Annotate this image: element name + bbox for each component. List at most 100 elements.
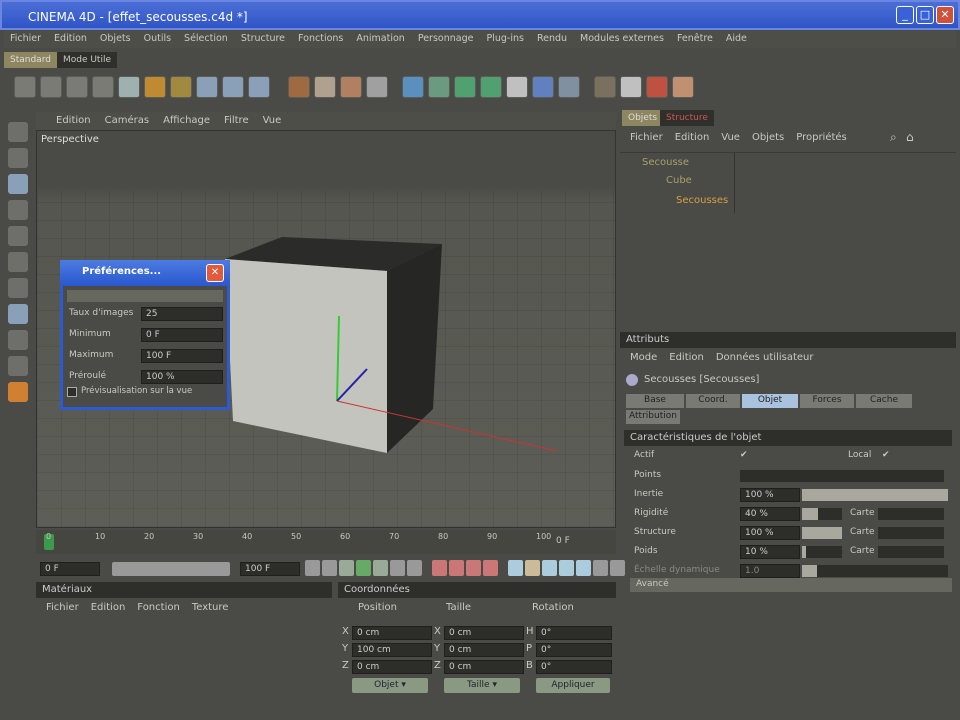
object-item-cube[interactable]: Cube (666, 175, 692, 186)
mode-tool-icon[interactable] (8, 304, 28, 324)
attr-value-field[interactable]: 100 % (740, 488, 800, 502)
mode-tool-icon[interactable] (8, 200, 28, 220)
toolbar-tool-icon[interactable] (40, 76, 62, 98)
toolbar-tool-icon[interactable] (288, 76, 310, 98)
toolbar-tool-icon[interactable] (248, 76, 270, 98)
tab-coord[interactable]: Coord. (686, 394, 740, 408)
toolbar-tool-icon[interactable] (506, 76, 528, 98)
minimize-button[interactable]: _ (896, 6, 914, 24)
attr-slider[interactable] (802, 489, 948, 501)
layout-tab-standard[interactable]: Standard (4, 52, 57, 68)
key-point-icon[interactable] (559, 560, 574, 576)
attr-menu-user-data[interactable]: Données utilisateur (716, 352, 814, 363)
next-frame-icon[interactable] (373, 560, 388, 576)
search-icon[interactable]: ⌕ (890, 130, 897, 145)
mode-tool-icon[interactable] (8, 278, 28, 298)
toolbar-tool-icon[interactable] (14, 76, 36, 98)
mat-menu-texture[interactable]: Texture (192, 602, 229, 613)
mode-tool-icon[interactable] (8, 174, 28, 194)
toolbar-tool-icon[interactable] (672, 76, 694, 98)
key-sel-icon[interactable] (576, 560, 591, 576)
actif-checkbox[interactable]: ✔ (740, 450, 748, 460)
menu-objets[interactable]: Objets (100, 33, 131, 44)
key-pla-icon[interactable] (542, 560, 557, 576)
menu-outils[interactable]: Outils (144, 33, 171, 44)
preferences-title-bar[interactable]: Préférences... (60, 260, 230, 286)
tab-objet[interactable]: Objet (742, 394, 798, 408)
viewport-menu-filtre[interactable]: Filtre (224, 115, 249, 126)
menu-structure[interactable]: Structure (241, 33, 285, 44)
menu-fichier[interactable]: Fichier (10, 33, 41, 44)
rotation-field[interactable]: 0° (536, 660, 612, 674)
mat-menu-fichier[interactable]: Fichier (46, 602, 79, 613)
viewport-menu-edition[interactable]: Edition (56, 115, 91, 126)
map-field[interactable] (878, 508, 944, 520)
local-checkbox[interactable]: ✔ (882, 450, 890, 460)
om-menu-edition[interactable]: Edition (675, 132, 710, 143)
attr-value-field[interactable]: 1.0 (740, 564, 800, 578)
om-menu-fichier[interactable]: Fichier (630, 132, 663, 143)
timeline-settings-icon[interactable] (593, 560, 608, 576)
attr-slider[interactable] (802, 546, 842, 558)
mode-tool-icon[interactable] (8, 226, 28, 246)
home-icon[interactable]: ⌂ (906, 130, 914, 144)
toolbar-tool-icon[interactable] (532, 76, 554, 98)
range-slider[interactable] (112, 562, 230, 576)
om-menu-proprietes[interactable]: Propriétés (796, 132, 847, 143)
prev-frame-icon[interactable] (339, 560, 354, 576)
rotation-field[interactable]: 0° (536, 643, 612, 657)
rotation-field[interactable]: 0° (536, 626, 612, 640)
key-scale-icon[interactable] (508, 560, 523, 576)
toolbar-tool-icon[interactable] (366, 76, 388, 98)
pref-field-input[interactable]: 25 (141, 307, 223, 321)
mat-menu-edition[interactable]: Edition (91, 602, 126, 613)
attr-value-field[interactable]: 100 % (740, 526, 800, 540)
tab-objets[interactable]: Objets (622, 110, 664, 126)
mat-menu-fonction[interactable]: Fonction (137, 602, 180, 613)
position-field[interactable]: 100 cm (352, 643, 432, 657)
tab-base[interactable]: Base (626, 394, 684, 408)
toolbar-tool-icon[interactable] (558, 76, 580, 98)
end-frame-field[interactable]: 100 F (240, 562, 300, 576)
attr-value-field[interactable]: 10 % (740, 545, 800, 559)
toolbar-tool-icon[interactable] (66, 76, 88, 98)
record-icon[interactable] (432, 560, 447, 576)
tab-structure[interactable]: Structure (660, 110, 714, 126)
size-field[interactable]: 0 cm (444, 660, 524, 674)
start-frame-field[interactable]: 0 F (40, 562, 100, 576)
om-menu-vue[interactable]: Vue (721, 132, 740, 143)
position-field[interactable]: 0 cm (352, 660, 432, 674)
menu-fonctions[interactable]: Fonctions (298, 33, 343, 44)
layout-tab-mode[interactable]: Mode Utile (56, 52, 117, 68)
tab-forces[interactable]: Forces (800, 394, 854, 408)
tab-attribution[interactable]: Attribution (626, 410, 680, 424)
advanced-section[interactable]: Avancé (630, 578, 952, 592)
size-field[interactable]: 0 cm (444, 643, 524, 657)
mode-tool-icon[interactable] (8, 356, 28, 376)
toolbar-tool-icon[interactable] (222, 76, 244, 98)
maximize-button[interactable]: □ (916, 6, 934, 24)
size-field[interactable]: 0 cm (444, 626, 524, 640)
preferences-close-button[interactable]: ✕ (206, 264, 224, 282)
coord-mode-dropdown[interactable]: Objet ▾ (352, 678, 428, 693)
attr-slider[interactable] (802, 565, 948, 577)
mode-tool-icon[interactable] (8, 148, 28, 168)
toolbar-tool-icon[interactable] (196, 76, 218, 98)
toolbar-tool-icon[interactable] (594, 76, 616, 98)
menu-fenetre[interactable]: Fenêtre (677, 33, 713, 44)
key-param-icon[interactable] (525, 560, 540, 576)
go-end-icon[interactable] (407, 560, 422, 576)
points-field[interactable] (740, 470, 944, 482)
attr-menu-mode[interactable]: Mode (630, 352, 657, 363)
mode-tool-icon[interactable] (8, 122, 28, 142)
attr-value-field[interactable]: 40 % (740, 507, 800, 521)
toolbar-tool-icon[interactable] (428, 76, 450, 98)
pref-field-input[interactable]: 0 F (141, 328, 223, 342)
object-item-secousses[interactable]: Secousses (676, 195, 728, 206)
object-item-secousse[interactable]: Secousse (642, 157, 689, 168)
next-key-icon[interactable] (390, 560, 405, 576)
menu-selection[interactable]: Sélection (184, 33, 228, 44)
attr-menu-edition[interactable]: Edition (669, 352, 704, 363)
mode-tool-icon[interactable] (8, 252, 28, 272)
menu-personnage[interactable]: Personnage (418, 33, 474, 44)
